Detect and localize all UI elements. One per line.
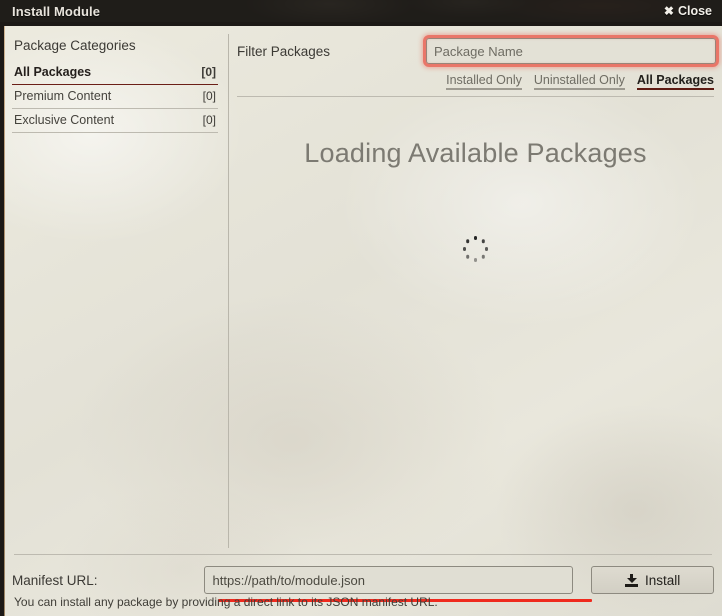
install-button-label: Install (645, 572, 681, 588)
sidebar-item-count: [0] (202, 113, 216, 127)
packages-content-panel: Filter Packages Installed Only Uninstall… (229, 26, 722, 554)
package-name-search-input[interactable] (426, 38, 716, 64)
window-title: Install Module (12, 3, 101, 19)
dialog-columns: Package Categories All Packages [0] Prem… (4, 26, 722, 554)
dialog-body: Package Categories All Packages [0] Prem… (4, 26, 722, 616)
manifest-url-input[interactable] (203, 566, 574, 594)
sidebar-item-label: Premium Content (14, 89, 112, 103)
download-icon (625, 573, 639, 587)
install-module-window: Install Module ✖ Close Package Categorie… (0, 0, 722, 616)
manifest-url-label: Manifest URL: (12, 572, 98, 588)
sidebar-item-exclusive-content[interactable]: Exclusive Content [0] (12, 109, 218, 133)
close-button[interactable]: ✖ Close (664, 4, 712, 18)
sidebar-item-label: Exclusive Content (14, 113, 115, 127)
sidebar-item-label: All Packages (14, 65, 92, 79)
search-field-wrapper (423, 35, 719, 67)
sidebar-item-all-packages[interactable]: All Packages [0] (12, 61, 218, 85)
filter-packages-label: Filter Packages (237, 43, 331, 59)
filter-row: Filter Packages (237, 35, 719, 67)
sidebar-heading: Package Categories (14, 38, 136, 53)
tab-installed-only[interactable]: Installed Only (446, 73, 522, 90)
content-header-divider (237, 96, 714, 97)
close-x-icon: ✖ (663, 4, 674, 18)
category-list: All Packages [0] Premium Content [0] Exc… (12, 61, 218, 133)
manifest-field-wrapper (203, 566, 574, 594)
sidebar-item-premium-content[interactable]: Premium Content [0] (12, 85, 218, 109)
manifest-row: Manifest URL: Install (12, 555, 714, 602)
tab-all-packages[interactable]: All Packages (636, 73, 714, 90)
package-categories-sidebar: Package Categories All Packages [0] Prem… (4, 26, 228, 554)
tab-uninstalled-only[interactable]: Uninstalled Only (533, 73, 625, 90)
loading-message: Loading Available Packages (304, 138, 647, 168)
close-button-label: Close (677, 4, 712, 18)
package-filter-tabs: Installed Only Uninstalled Only All Pack… (237, 73, 716, 90)
sidebar-item-count: [0] (202, 89, 216, 103)
sidebar-item-count: [0] (201, 65, 216, 79)
window-titlebar: Install Module ✖ Close (0, 0, 722, 22)
manifest-hint-text: You can install any package by providing… (14, 595, 438, 609)
loading-area: Loading Available Packages (229, 114, 722, 554)
install-button[interactable]: Install (591, 566, 714, 594)
loading-spinner-icon (462, 235, 490, 263)
dialog-footer: Manifest URL: Install You can install an… (4, 554, 722, 616)
